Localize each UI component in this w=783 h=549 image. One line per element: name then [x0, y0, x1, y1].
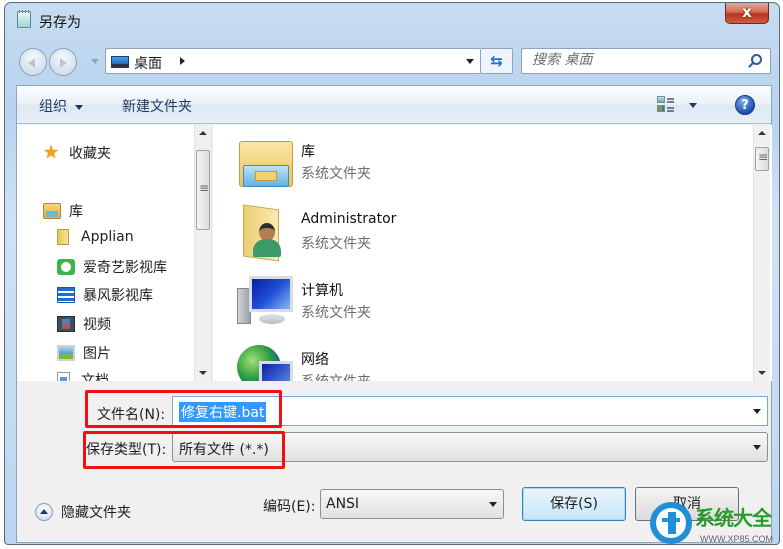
scroll-up-icon[interactable] — [199, 131, 207, 135]
refresh-button[interactable]: ⇆ — [481, 48, 513, 74]
sidebar-item-library[interactable]: 库 — [43, 201, 83, 221]
document-icon — [57, 372, 70, 381]
search-icon[interactable] — [751, 54, 762, 65]
file-name: Administrator — [301, 211, 397, 227]
navigation-pane: ★ 收藏夹 库 Applian 爱奇艺影视库 暴风影视库 视频 图片 文档 ≡ — [17, 125, 212, 381]
list-item[interactable]: 库 系统文件夹 — [237, 135, 537, 199]
filename-highlight-box — [85, 390, 282, 428]
watermark-logo-icon — [650, 502, 692, 544]
close-button[interactable]: x — [725, 3, 769, 24]
sidebar-item-favorites[interactable]: ★ 收藏夹 — [43, 143, 111, 163]
computer-icon — [237, 274, 295, 330]
scroll-thumb[interactable] — [755, 147, 769, 171]
file-type: 系统文件夹 — [301, 305, 371, 321]
list-item[interactable]: Administrator 系统文件夹 — [237, 204, 537, 269]
save-as-dialog: 另存为 x 桌面 ⇆ 组织 新建文件夹 ? ★ 收藏夹 库 — [4, 2, 780, 545]
change-view-icon[interactable] — [657, 96, 675, 114]
file-list: 库 系统文件夹 Administrator 系统文件夹 计算机 系统文件夹 网络… — [213, 125, 772, 381]
recent-locations-chevron-icon[interactable] — [91, 59, 99, 64]
dialog-title: 另存为 — [39, 15, 81, 31]
search-input[interactable] — [532, 52, 732, 68]
sidebar-item-label: 图片 — [83, 346, 111, 362]
view-options-chevron-icon[interactable] — [689, 103, 697, 108]
file-name: 计算机 — [301, 283, 343, 299]
address-dropdown-icon[interactable] — [466, 59, 474, 64]
list-item[interactable]: 网络 系统文件夹 — [237, 343, 537, 381]
network-icon — [237, 343, 295, 381]
picture-icon — [57, 345, 75, 361]
organize-label: 组织 — [39, 99, 67, 115]
scroll-thumb[interactable] — [196, 150, 210, 230]
list-item[interactable]: 计算机 系统文件夹 — [237, 274, 537, 338]
iqiyi-icon — [57, 259, 75, 275]
file-name: 网络 — [301, 352, 329, 368]
watermark: 系统大全 WWW.XP85.COM — [648, 500, 783, 549]
watermark-url: WWW.XP85.COM — [700, 534, 774, 544]
library-icon — [237, 135, 295, 191]
back-button[interactable] — [19, 48, 47, 76]
video-icon — [57, 316, 75, 332]
sidebar-item-label: 视频 — [83, 317, 111, 333]
breadcrumb-desktop[interactable]: 桌面 — [134, 53, 162, 73]
hide-folders-toggle[interactable]: 隐藏文件夹 — [35, 502, 131, 522]
file-name: 库 — [301, 144, 315, 160]
scroll-up-icon[interactable] — [758, 131, 766, 135]
storm-icon — [57, 287, 75, 303]
save-button[interactable]: 保存(S) — [522, 487, 626, 521]
encoding-value: ANSI — [326, 496, 360, 512]
filetype-highlight-box — [83, 431, 285, 469]
sidebar-item-label: 暴风影视库 — [83, 288, 153, 304]
sidebar-item-iqiyi[interactable]: 爱奇艺影视库 — [57, 257, 167, 277]
watermark-brand: 系统大全 — [695, 506, 772, 530]
chevron-down-icon — [75, 104, 83, 110]
hide-folders-label: 隐藏文件夹 — [61, 505, 131, 521]
desktop-icon — [111, 56, 129, 68]
new-folder-button[interactable]: 新建文件夹 — [122, 96, 192, 116]
title-bar: 另存为 x — [5, 3, 779, 37]
sidebar-item-label: 爱奇艺影视库 — [83, 260, 167, 276]
sidebar-item-label: 收藏夹 — [69, 146, 111, 162]
sidebar-item-applian[interactable]: Applian — [57, 229, 134, 245]
sidebar-item-label: Applian — [81, 229, 134, 245]
dialog-body: 组织 新建文件夹 ? ★ 收藏夹 库 Applian 爱奇艺影视库 暴风影视库 … — [16, 85, 772, 543]
command-bar: 组织 新建文件夹 ? — [17, 86, 771, 124]
encoding-select[interactable]: ANSI — [320, 489, 504, 519]
file-type: 系统文件夹 — [301, 371, 371, 381]
scroll-down-icon[interactable] — [758, 371, 766, 375]
library-icon — [43, 203, 61, 219]
navigation-scrollbar[interactable] — [194, 125, 211, 381]
address-bar[interactable]: 桌面 — [105, 48, 481, 74]
file-type: 系统文件夹 — [301, 236, 371, 252]
star-icon: ★ — [43, 142, 60, 163]
sidebar-item-videos[interactable]: 视频 — [57, 314, 111, 334]
filename-dropdown-icon[interactable] — [753, 409, 761, 414]
file-type: 系统文件夹 — [301, 166, 371, 182]
help-icon[interactable]: ? — [735, 95, 755, 115]
user-folder-icon — [237, 204, 295, 262]
filetype-dropdown-icon[interactable] — [753, 445, 761, 450]
encoding-label: 编码(E): — [263, 499, 316, 515]
notepad-icon — [17, 10, 31, 28]
sidebar-item-label: 库 — [69, 204, 83, 220]
file-list-scrollbar[interactable] — [753, 125, 770, 381]
sidebar-item-documents[interactable]: 文档 — [57, 370, 109, 381]
sidebar-item-pictures[interactable]: 图片 — [57, 343, 111, 363]
breadcrumb-chevron-icon[interactable] — [180, 57, 185, 65]
organize-menu[interactable]: 组织 — [39, 96, 83, 116]
search-box[interactable] — [521, 48, 771, 74]
forward-button[interactable] — [49, 48, 77, 76]
encoding-dropdown-icon[interactable] — [489, 502, 497, 507]
sidebar-item-label: 文档 — [81, 373, 109, 381]
folder-icon — [57, 229, 69, 245]
scroll-down-icon[interactable] — [199, 371, 207, 375]
chevron-up-icon — [35, 503, 53, 521]
sidebar-item-storm[interactable]: 暴风影视库 — [57, 285, 153, 305]
